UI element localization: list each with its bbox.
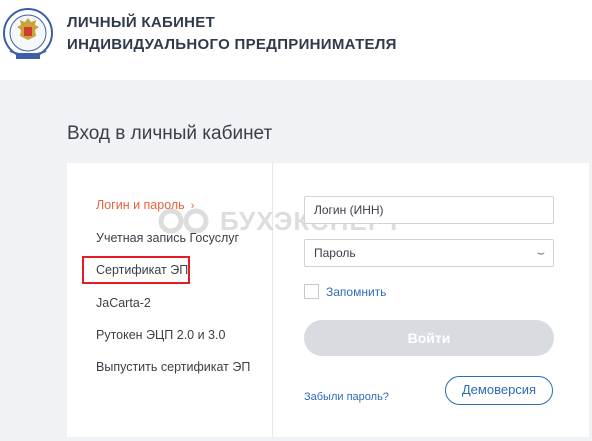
- menu-item-label: Учетная запись Госуслуг: [96, 231, 240, 245]
- highlight-box: [82, 256, 190, 284]
- menu-item-label: Рутокен ЭЦП 2.0 и 3.0: [96, 328, 226, 342]
- forgot-password-link[interactable]: Забыли пароль?: [304, 391, 389, 403]
- menu-item-login-password[interactable]: Логин и пароль ›: [96, 198, 194, 212]
- demo-button[interactable]: Демоверсия: [445, 376, 553, 405]
- login-inn-placeholder: Логин (ИНН): [314, 203, 384, 217]
- menu-item-label: JaCarta-2: [96, 296, 151, 310]
- header-title-line1: ЛИЧНЫЙ КАБИНЕТ: [67, 14, 216, 31]
- chevron-right-icon: ›: [190, 200, 195, 212]
- header: ЛИЧНЫЙ КАБИНЕТ ИНДИВИДУАЛЬНОГО ПРЕДПРИНИ…: [0, 0, 592, 80]
- card-divider: [272, 163, 273, 437]
- page-title: Вход в личный кабинет: [67, 123, 273, 144]
- menu-item-gosuslugi[interactable]: Учетная запись Госуслуг: [96, 231, 239, 245]
- menu-item-jacarta[interactable]: JaCarta-2: [96, 296, 151, 310]
- login-inn-input[interactable]: Логин (ИНН): [304, 196, 554, 224]
- password-placeholder: Пароль: [314, 246, 356, 260]
- fns-emblem-icon: [3, 8, 53, 59]
- remember-label[interactable]: Запомнить: [326, 285, 386, 299]
- remember-checkbox[interactable]: [304, 284, 319, 299]
- header-title-line2: ИНДИВИДУАЛЬНОГО ПРЕДПРИНИМАТЕЛЯ: [67, 36, 397, 53]
- eye-toggle-icon[interactable]: ⌣: [536, 240, 545, 266]
- menu-item-rutoken[interactable]: Рутокен ЭЦП 2.0 и 3.0: [96, 328, 225, 342]
- menu-item-issue-certificate[interactable]: Выпустить сертификат ЭП: [96, 360, 250, 374]
- menu-item-label: Выпустить сертификат ЭП: [96, 360, 251, 374]
- password-input[interactable]: Пароль ⌣: [304, 239, 554, 267]
- login-button[interactable]: Войти: [304, 320, 554, 356]
- header-title: ЛИЧНЫЙ КАБИНЕТ ИНДИВИДУАЛЬНОГО ПРЕДПРИНИ…: [67, 12, 397, 56]
- menu-item-label: Логин и пароль: [96, 198, 185, 212]
